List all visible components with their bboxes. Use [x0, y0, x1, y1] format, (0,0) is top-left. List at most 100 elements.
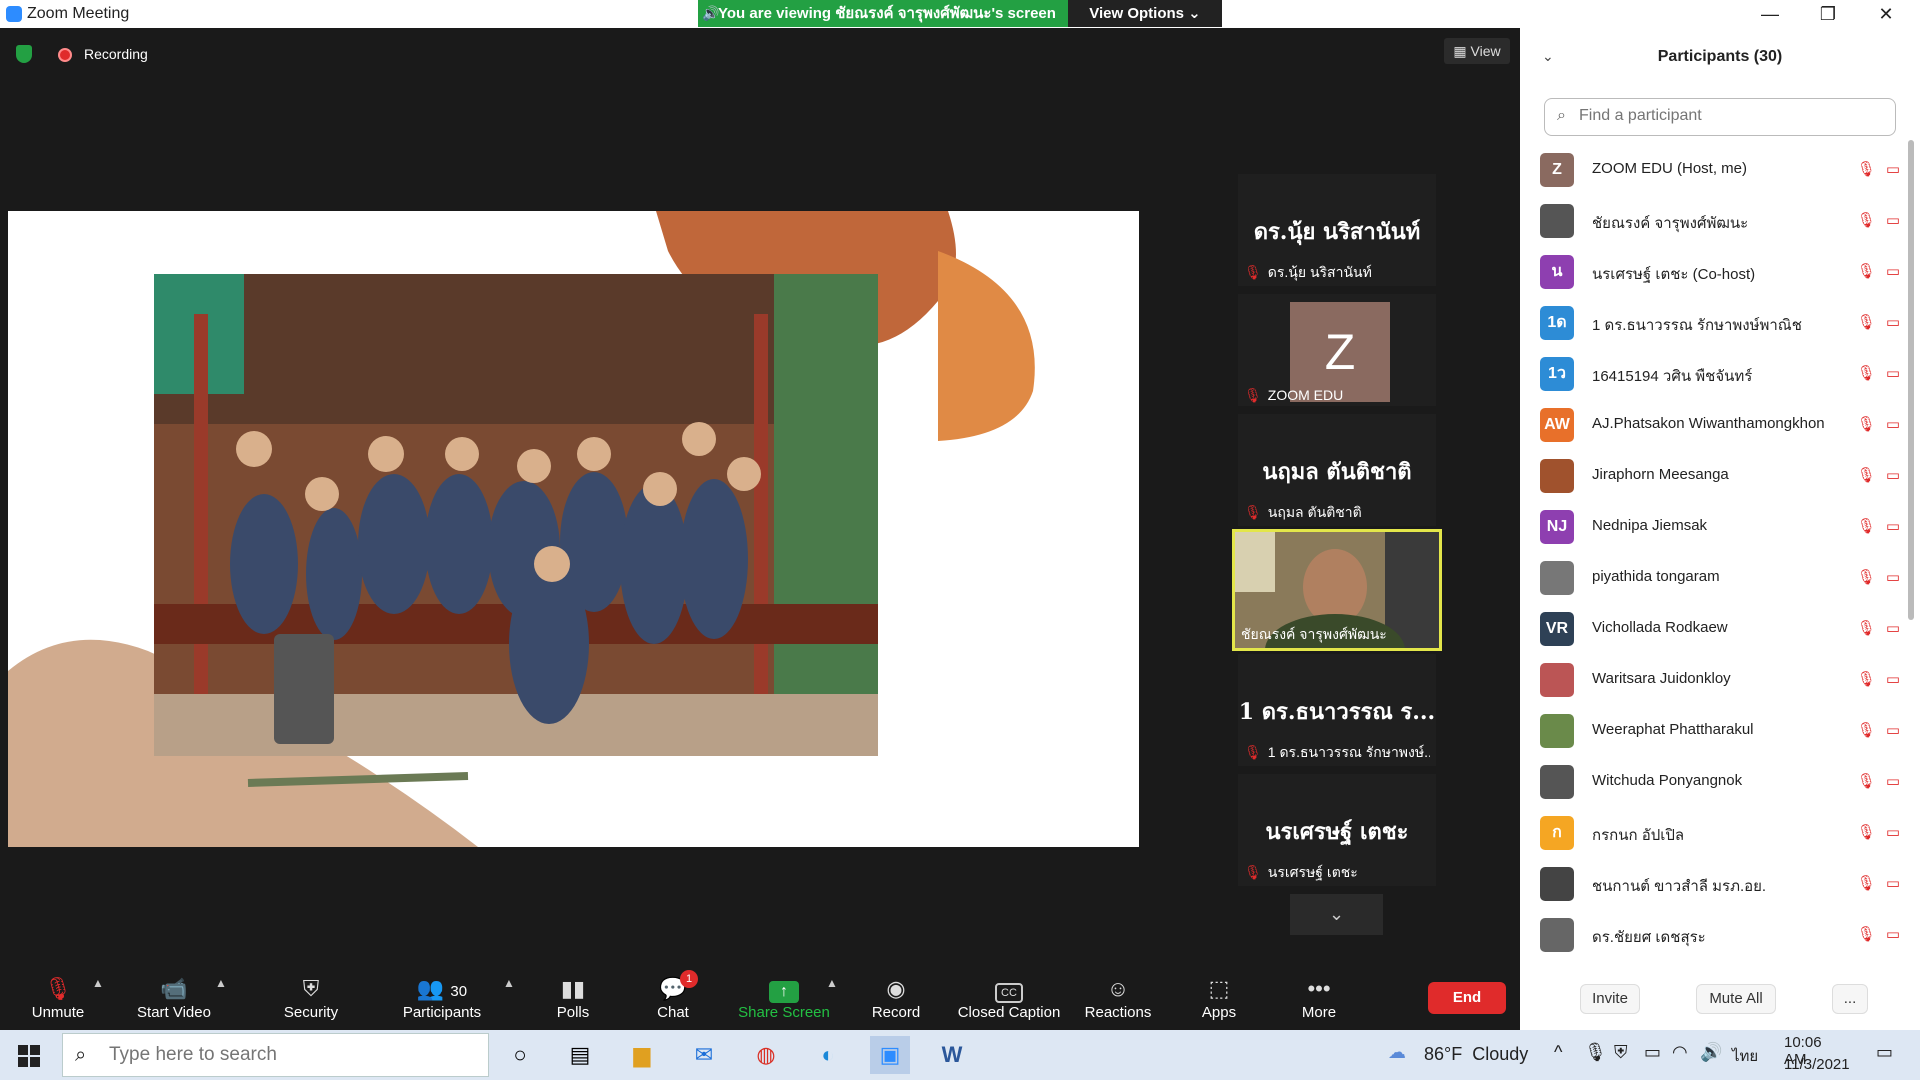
muted-mic-icon[interactable]: 🎙 [1857, 773, 1876, 790]
muted-mic-icon[interactable]: 🎙 [1857, 722, 1876, 739]
video-off-icon[interactable]: ▭ [1886, 161, 1900, 178]
apps-button[interactable]: ⬚ Apps [1196, 968, 1242, 1030]
video-off-icon[interactable]: ▭ [1886, 569, 1900, 586]
video-off-icon[interactable]: ▭ [1886, 773, 1900, 790]
unmute-button[interactable]: 🎙 Unmute [20, 968, 96, 1030]
notifications-icon[interactable]: ▭ [1876, 1042, 1893, 1063]
input-language[interactable]: ไทย [1732, 1044, 1758, 1068]
gallery-tile[interactable]: Z 🎙 ZOOM EDU [1238, 294, 1436, 406]
participant-search-field[interactable]: ⌕ [1544, 98, 1896, 136]
chat-button[interactable]: 💬 1 Chat [646, 968, 700, 1030]
battery-icon[interactable]: ▭ [1644, 1042, 1661, 1063]
record-button[interactable]: ◉ Record [866, 968, 926, 1030]
reactions-button[interactable]: ☺ Reactions [1082, 968, 1154, 1030]
participant-row[interactable]: ชนกานต์ ขาวสำลี มรภ.อย. 🎙 ▭ [1540, 858, 1900, 909]
maximize-button[interactable]: ❐ [1800, 0, 1856, 28]
wifi-icon[interactable]: ◠ [1672, 1042, 1688, 1063]
share-screen-button[interactable]: ↑ Share Screen [736, 968, 832, 1030]
muted-mic-icon[interactable]: 🎙 [1857, 926, 1876, 943]
microphone-icon[interactable]: 🎙 [1584, 1042, 1607, 1063]
participant-search-input[interactable] [1579, 107, 1879, 125]
gallery-tile[interactable]: นรเศรษฐ์ เตชะ 🎙 นรเศรษฐ์ เตชะ [1238, 774, 1436, 886]
volume-icon[interactable]: 🔊 [1700, 1042, 1722, 1063]
muted-mic-icon[interactable]: 🎙 [1857, 671, 1876, 688]
video-off-icon[interactable]: ▭ [1886, 314, 1900, 331]
muted-mic-icon[interactable]: 🎙 [1857, 212, 1876, 229]
participant-row[interactable]: Jiraphorn Meesanga 🎙 ▭ [1540, 450, 1900, 501]
participant-row[interactable]: Waritsara Juidonkloy 🎙 ▭ [1540, 654, 1900, 705]
video-off-icon[interactable]: ▭ [1886, 416, 1900, 433]
participant-row[interactable]: ดร.ชัยยศ เดชสุระ 🎙 ▭ [1540, 909, 1900, 960]
participant-row[interactable]: ชัยณรงค์ จารุพงศ์พัฒนะ 🎙 ▭ [1540, 195, 1900, 246]
share-options-caret[interactable]: ▲ [826, 976, 838, 990]
participant-row[interactable]: AW AJ.Phatsakon Wiwanthamongkhon 🎙 ▭ [1540, 399, 1900, 450]
taskbar-search-input[interactable] [109, 1044, 469, 1066]
audio-options-caret[interactable]: ▲ [92, 976, 104, 990]
video-off-icon[interactable]: ▭ [1886, 518, 1900, 535]
video-off-icon[interactable]: ▭ [1886, 212, 1900, 229]
muted-mic-icon[interactable]: 🎙 [1857, 620, 1876, 637]
participant-row[interactable]: piyathida tongaram 🎙 ▭ [1540, 552, 1900, 603]
participants-button[interactable]: 👥 30 Participants [396, 968, 488, 1030]
muted-mic-icon[interactable]: 🎙 [1857, 365, 1876, 382]
muted-mic-icon[interactable]: 🎙 [1857, 824, 1876, 841]
weather-text[interactable]: 86°F Cloudy [1424, 1044, 1528, 1065]
video-off-icon[interactable]: ▭ [1886, 875, 1900, 892]
minimize-button[interactable]: — [1742, 0, 1798, 28]
gallery-tile[interactable]: ดร.นุ้ย นริสานันท์ 🎙 ดร.นุ้ย นริสานันท์ [1238, 174, 1436, 286]
video-options-caret[interactable]: ▲ [215, 976, 227, 990]
participant-row[interactable]: 1ด 1 ดร.ธนาวรรณ รักษาพงษ์พาณิช 🎙 ▭ [1540, 297, 1900, 348]
mail-icon[interactable]: ✉ [684, 1036, 724, 1074]
muted-mic-icon[interactable]: 🎙 [1857, 875, 1876, 892]
word-icon[interactable]: W [932, 1036, 972, 1074]
video-off-icon[interactable]: ▭ [1886, 926, 1900, 943]
active-speaker-tile[interactable]: ชัยณรงค์ จารุพงศ์พัฒนะ [1232, 529, 1442, 651]
defender-icon[interactable]: ⛨ [1614, 1042, 1628, 1063]
participant-row[interactable]: Witchuda Ponyangnok 🎙 ▭ [1540, 756, 1900, 807]
video-off-icon[interactable]: ▭ [1886, 365, 1900, 382]
muted-mic-icon[interactable]: 🎙 [1857, 467, 1876, 484]
invite-button[interactable]: Invite [1580, 984, 1640, 1014]
chrome-icon[interactable]: ◍ [746, 1036, 786, 1074]
start-video-button[interactable]: 📹 Start Video [128, 968, 220, 1030]
muted-mic-icon[interactable]: 🎙 [1857, 416, 1876, 433]
clock-date[interactable]: 11/3/2021 [1784, 1056, 1850, 1073]
file-explorer-icon[interactable]: ▆ [622, 1036, 662, 1074]
muted-mic-icon[interactable]: 🎙 [1857, 161, 1876, 178]
gallery-tile[interactable]: 1 ดร.ธนาวรรณ ร... 🎙 1 ดร.ธนาวรรณ รักษาพงษ… [1238, 654, 1436, 766]
polls-button[interactable]: ▮▮ Polls [546, 968, 600, 1030]
participant-row[interactable]: NJ Nednipa Jiemsak 🎙 ▭ [1540, 501, 1900, 552]
video-off-icon[interactable]: ▭ [1886, 467, 1900, 484]
video-off-icon[interactable]: ▭ [1886, 722, 1900, 739]
security-button[interactable]: ⛨ Security [276, 968, 346, 1030]
participants-options-caret[interactable]: ▲ [503, 976, 515, 990]
participant-row[interactable]: 1ว 16415194 วศิน พืชจันทร์ 🎙 ▭ [1540, 348, 1900, 399]
participant-row[interactable]: นนรเศรษฐ์ เตชะ (Co-host) 🎙 ▭ [1540, 246, 1900, 297]
closed-caption-button[interactable]: CC Closed Caption [954, 968, 1064, 1030]
zoom-app-icon[interactable]: ▣ [870, 1036, 910, 1074]
video-off-icon[interactable]: ▭ [1886, 824, 1900, 841]
participant-row[interactable]: VR Vichollada Rodkaew 🎙 ▭ [1540, 603, 1900, 654]
muted-mic-icon[interactable]: 🎙 [1857, 314, 1876, 331]
close-button[interactable]: ✕ [1858, 0, 1914, 28]
muted-mic-icon[interactable]: 🎙 [1857, 263, 1876, 280]
windows-start-icon[interactable] [18, 1045, 40, 1067]
security-shield-icon[interactable] [16, 45, 32, 63]
more-button[interactable]: ••• More [1296, 968, 1342, 1030]
gallery-tile[interactable]: นฤมล ตันติชาติ 🎙 นฤมล ตันติชาติ [1238, 414, 1436, 526]
participant-row[interactable]: Z ZOOM EDU (Host, me) 🎙 ▭ [1540, 144, 1900, 195]
panel-more-button[interactable]: ... [1832, 984, 1868, 1014]
participant-list-scrollbar[interactable] [1908, 140, 1914, 620]
video-off-icon[interactable]: ▭ [1886, 671, 1900, 688]
end-meeting-button[interactable]: End [1428, 982, 1506, 1014]
task-view-icon[interactable]: ▤ [560, 1036, 600, 1074]
video-off-icon[interactable]: ▭ [1886, 620, 1900, 637]
mute-all-button[interactable]: Mute All [1696, 984, 1776, 1014]
gallery-next-button[interactable]: ⌄ [1290, 894, 1383, 935]
participant-row[interactable]: กกรกนก อัปเปิล 🎙 ▭ [1540, 807, 1900, 858]
chevron-up-icon[interactable]: ^ [1554, 1042, 1562, 1063]
view-options-button[interactable]: View Options ⌄ [1068, 0, 1222, 27]
muted-mic-icon[interactable]: 🎙 [1857, 518, 1876, 535]
view-button[interactable]: ▦ View [1444, 38, 1510, 64]
video-off-icon[interactable]: ▭ [1886, 263, 1900, 280]
